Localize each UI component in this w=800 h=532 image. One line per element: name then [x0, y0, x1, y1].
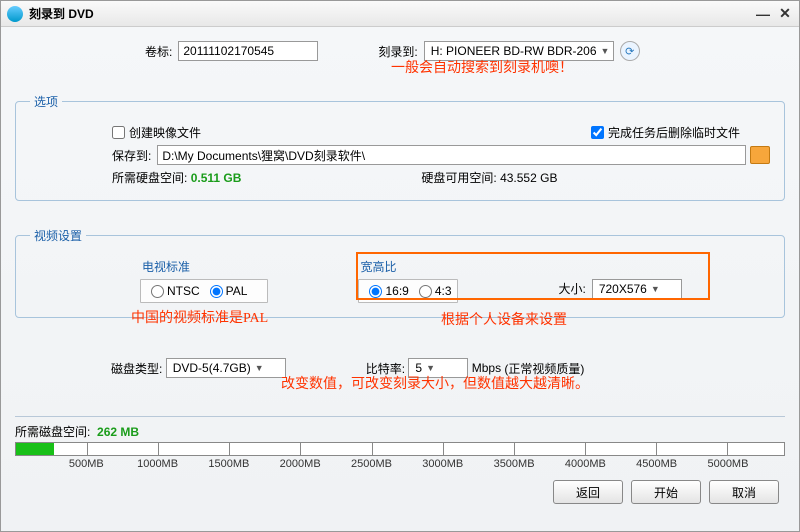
video-fieldset: 视频设置 电视标准 NTSC PAL 宽高比 16:9 4:3 大小:: [15, 227, 785, 318]
disk-space-value: 262 MB: [97, 425, 139, 439]
tick-label: 2500MB: [351, 458, 392, 470]
bitrate-unit: Mbps: [472, 361, 501, 375]
tick-label: 4500MB: [636, 458, 677, 470]
chevron-down-icon: ▼: [651, 284, 660, 294]
tick-label: 1500MB: [208, 458, 249, 470]
chevron-down-icon: ▼: [426, 363, 435, 373]
delete-temp-checkbox[interactable]: 完成任务后删除临时文件: [591, 124, 740, 141]
content-area: 卷标: 刻录到: H: PIONEER BD-RW BDR-206 ▼ ⟳ 一般…: [1, 27, 799, 531]
save-to-label: 保存到:: [112, 147, 151, 164]
minimize-button[interactable]: —: [755, 6, 771, 22]
tick-label: 3500MB: [494, 458, 535, 470]
tick-labels: 500MB 1000MB 1500MB 2000MB 2500MB 3000MB 3500M…: [15, 458, 785, 472]
disk-space-label: 所需磁盘空间:: [15, 425, 90, 439]
aspect-radios: 16:9 4:3: [358, 279, 458, 303]
ratio-169-radio[interactable]: 16:9: [369, 284, 408, 298]
disk-space-line: 所需磁盘空间: 262 MB: [15, 417, 785, 442]
avail-space-value: 43.552 GB: [500, 171, 557, 185]
cancel-button[interactable]: 取消: [709, 480, 779, 504]
create-image-checkbox[interactable]: 创建映像文件: [112, 124, 201, 141]
avail-space-label: 硬盘可用空间:: [421, 169, 496, 186]
create-image-label: 创建映像文件: [129, 124, 201, 141]
back-button[interactable]: 返回: [553, 480, 623, 504]
window-title: 刻录到 DVD: [29, 5, 749, 22]
tick-label: 3000MB: [422, 458, 463, 470]
bitrate-value: 5: [415, 361, 422, 375]
volume-label: 卷标:: [145, 43, 172, 60]
ratio-43-radio[interactable]: 4:3: [419, 284, 452, 298]
pal-radio[interactable]: PAL: [210, 284, 248, 298]
refresh-button[interactable]: ⟳: [620, 41, 640, 61]
bitrate-select[interactable]: 5 ▼: [408, 358, 468, 378]
tick-label: 4000MB: [565, 458, 606, 470]
disc-type-label: 磁盘类型:: [111, 360, 162, 377]
aspect-label: 宽高比: [358, 258, 458, 275]
tv-standard-radios: NTSC PAL: [140, 279, 268, 303]
tick-label: 1000MB: [137, 458, 178, 470]
chevron-down-icon: ▼: [255, 363, 264, 373]
disc-type-value: DVD-5(4.7GB): [173, 361, 251, 375]
bitrate-note: (正常视频质量): [504, 360, 584, 377]
disk-space-fill: [16, 443, 54, 455]
top-row: 卷标: 刻录到: H: PIONEER BD-RW BDR-206 ▼ ⟳: [15, 31, 785, 63]
tick-label: 5000MB: [707, 458, 748, 470]
burn-to-value: H: PIONEER BD-RW BDR-206: [431, 44, 597, 58]
size-select[interactable]: 720X576 ▼: [592, 279, 682, 299]
aspect-group: 宽高比 16:9 4:3: [358, 258, 458, 303]
close-button[interactable]: ✕: [777, 5, 793, 22]
start-button[interactable]: 开始: [631, 480, 701, 504]
folder-icon[interactable]: [750, 146, 770, 164]
delete-temp-label: 完成任务后删除临时文件: [608, 124, 740, 141]
app-icon: [7, 6, 23, 22]
options-fieldset: 选项 创建映像文件 完成任务后删除临时文件 保存到: 所需硬盘空间: 0.511…: [15, 93, 785, 201]
req-space-value: 0.511 GB: [191, 171, 242, 185]
ntsc-radio[interactable]: NTSC: [151, 284, 200, 298]
size-value: 720X576: [599, 282, 647, 296]
options-legend: 选项: [30, 93, 62, 110]
tick-label: 2000MB: [280, 458, 321, 470]
size-label: 大小:: [558, 280, 585, 297]
burn-to-select[interactable]: H: PIONEER BD-RW BDR-206 ▼: [424, 41, 614, 61]
tick-label: 500MB: [69, 458, 104, 470]
save-to-input[interactable]: [157, 145, 746, 165]
button-bar: 返回 开始 取消: [15, 472, 785, 512]
bitrate-label: 比特率:: [366, 360, 405, 377]
create-image-input[interactable]: [112, 126, 125, 139]
chevron-down-icon: ▼: [601, 46, 610, 56]
tv-standard-label: 电视标准: [140, 258, 268, 275]
titlebar: 刻录到 DVD — ✕: [1, 1, 799, 27]
burn-to-label: 刻录到:: [378, 43, 417, 60]
video-legend: 视频设置: [30, 227, 86, 244]
disc-type-select[interactable]: DVD-5(4.7GB) ▼: [166, 358, 286, 378]
req-space-label: 所需硬盘空间:: [112, 169, 187, 186]
disk-space-bar: [15, 442, 785, 456]
delete-temp-input[interactable]: [591, 126, 604, 139]
volume-input[interactable]: [178, 41, 318, 61]
tv-standard-group: 电视标准 NTSC PAL: [140, 258, 268, 303]
